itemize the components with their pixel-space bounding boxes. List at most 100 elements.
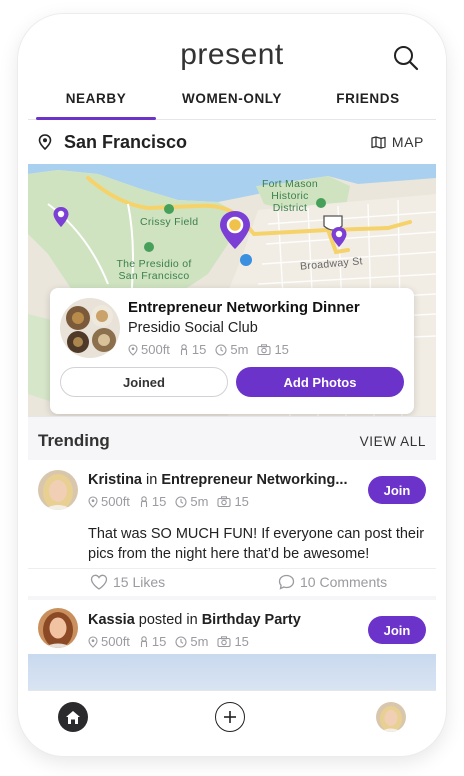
app-screen: present NEARBY WOMEN-ONLY FRIENDS San Fr… <box>28 14 436 756</box>
joined-button[interactable]: Joined <box>60 367 228 397</box>
event-card[interactable]: Entrepreneur Networking Dinner Presidio … <box>50 288 414 414</box>
time-stat: 5m <box>175 634 208 649</box>
photos-value: 15 <box>234 634 249 649</box>
comments-count: 10 Comments <box>300 574 388 590</box>
app-header: present NEARBY WOMEN-ONLY FRIENDS <box>28 14 436 120</box>
heart-icon <box>90 574 108 590</box>
event-pin-small-icon[interactable] <box>330 226 348 248</box>
distance-value: 500ft <box>101 634 130 649</box>
feed-post: Kassia posted in Birthday Party 500ft 15… <box>28 600 436 700</box>
time-value: 5m <box>230 342 249 357</box>
tab-bar: NEARBY WOMEN-ONLY FRIENDS <box>28 84 436 120</box>
photos-value: 15 <box>234 494 249 509</box>
comment-icon <box>278 574 295 590</box>
photos-stat: 15 <box>257 342 289 357</box>
event-photo-collage <box>60 298 120 358</box>
event-venue: Presidio Social Club <box>128 320 258 336</box>
post-text: That was SO MUCH FUN! If everyone can po… <box>88 526 425 562</box>
feed-post: Kristina in Entrepreneur Networking... 5… <box>28 460 436 596</box>
location-bar: San Francisco MAP <box>28 120 436 164</box>
park-marker-icon <box>144 242 154 252</box>
post-header: Kristina in Entrepreneur Networking... <box>88 472 347 488</box>
clock-icon <box>175 495 187 508</box>
distance-stat: 500ft <box>128 342 170 357</box>
post-header: Kassia posted in Birthday Party <box>88 612 301 628</box>
person-icon <box>180 343 187 355</box>
post-author[interactable]: Kristina <box>88 472 142 488</box>
tab-nearby[interactable]: NEARBY <box>28 84 164 120</box>
distance-stat: 500ft <box>88 634 130 649</box>
view-all-link[interactable]: VIEW ALL <box>360 434 426 449</box>
map-button[interactable]: MAP <box>371 134 424 150</box>
nav-add-button[interactable] <box>215 702 245 732</box>
trending-title: Trending <box>38 431 110 450</box>
attendees-value: 15 <box>191 342 207 357</box>
nav-home-button[interactable] <box>58 702 88 732</box>
tab-friends[interactable]: FRIENDS <box>300 84 436 120</box>
nav-profile-avatar[interactable] <box>376 702 406 732</box>
map-label-fort-mason: Fort Mason Historic District <box>261 178 319 214</box>
distance-stat: 500ft <box>88 494 130 509</box>
distance-value: 500ft <box>141 342 170 357</box>
like-button[interactable]: 15 Likes <box>90 574 165 590</box>
time-value: 5m <box>190 634 209 649</box>
photos-value: 15 <box>274 342 289 357</box>
info-marker-icon <box>240 254 252 266</box>
attendees-value: 15 <box>151 494 167 509</box>
event-pin-selected-icon[interactable] <box>218 210 252 250</box>
search-icon <box>394 46 419 71</box>
tab-women-only[interactable]: WOMEN-ONLY <box>164 84 300 120</box>
join-button[interactable]: Join <box>368 616 426 644</box>
avatar[interactable] <box>38 608 78 648</box>
add-photos-button[interactable]: Add Photos <box>236 367 404 397</box>
location-name[interactable]: San Francisco <box>64 132 187 153</box>
camera-icon <box>217 636 232 647</box>
post-event-link[interactable]: Entrepreneur Networking... <box>161 472 347 488</box>
map-label: MAP <box>391 134 424 150</box>
join-button[interactable]: Join <box>368 476 426 504</box>
event-pin-small-icon[interactable] <box>52 206 70 228</box>
person-icon <box>140 635 147 647</box>
camera-icon <box>217 496 232 507</box>
camera-icon <box>257 344 272 355</box>
photos-stat: 15 <box>217 494 249 509</box>
post-actions: 15 Likes 10 Comments <box>28 568 436 596</box>
phone-frame: present NEARBY WOMEN-ONLY FRIENDS San Fr… <box>18 14 446 756</box>
post-event-link[interactable]: Birthday Party <box>202 612 301 628</box>
trending-header: Trending VIEW ALL <box>28 416 436 460</box>
map-label-presidio: The Presidio of San Francisco <box>116 258 192 282</box>
post-author[interactable]: Kassia <box>88 612 135 628</box>
comment-button[interactable]: 10 Comments <box>278 574 387 590</box>
post-connector: in <box>146 472 158 488</box>
location-pin-icon <box>38 134 52 150</box>
likes-count: 15 Likes <box>113 574 166 590</box>
attendees-stat: 15 <box>139 634 166 649</box>
event-title[interactable]: Entrepreneur Networking Dinner <box>128 299 360 316</box>
time-value: 5m <box>190 494 209 509</box>
park-marker-icon <box>316 198 326 208</box>
plus-icon <box>224 711 236 723</box>
post-stats: 500ft 15 5m 15 <box>88 494 249 509</box>
park-marker-icon <box>164 204 174 214</box>
map-icon <box>371 135 386 149</box>
photos-stat: 15 <box>217 634 249 649</box>
location-pin-icon <box>128 343 138 356</box>
location-pin-icon <box>88 635 98 648</box>
avatar[interactable] <box>38 470 78 510</box>
post-stats: 500ft 15 5m 15 <box>88 634 249 649</box>
post-connector: posted in <box>138 612 198 628</box>
person-icon <box>140 495 147 507</box>
event-stats: 500ft 15 5m 15 <box>128 342 289 357</box>
clock-icon <box>175 635 187 648</box>
location-pin-icon <box>88 495 98 508</box>
attendees-stat: 15 <box>179 342 206 357</box>
home-icon <box>66 710 80 724</box>
attendees-value: 15 <box>151 634 167 649</box>
time-stat: 5m <box>175 494 208 509</box>
search-button[interactable] <box>392 44 420 72</box>
attendees-stat: 15 <box>139 494 166 509</box>
bottom-nav <box>28 690 436 756</box>
app-title: present <box>180 38 284 71</box>
map-label-crissy-field: Crissy Field <box>140 216 199 228</box>
time-stat: 5m <box>215 342 248 357</box>
